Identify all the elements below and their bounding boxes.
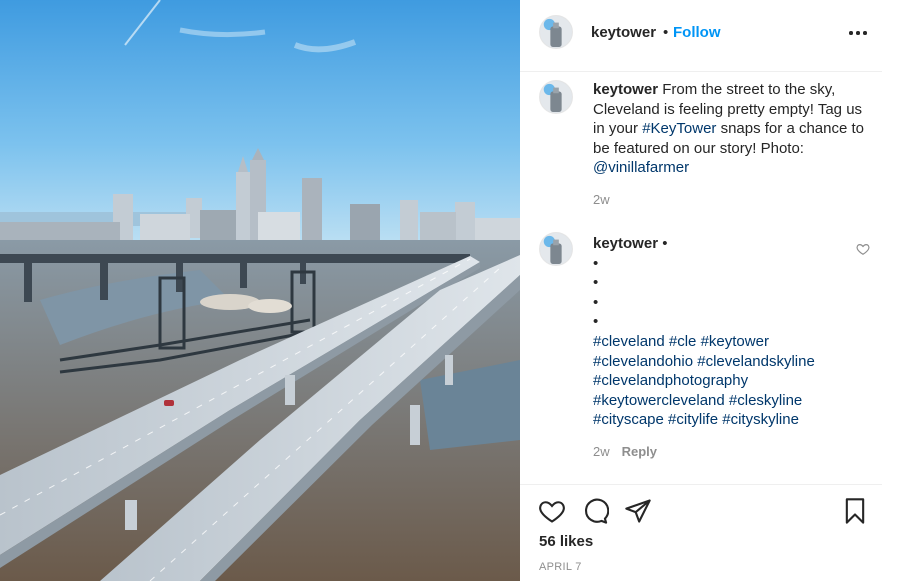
comment-bullet: • — [593, 254, 599, 272]
comment-time: 2w — [593, 444, 610, 459]
comment-hashtags[interactable]: #cleveland #cle #keytower #clevelandohio… — [593, 332, 838, 430]
comment-icon[interactable] — [581, 497, 609, 525]
comment-bullet: • — [593, 313, 599, 331]
avatar-image — [540, 16, 572, 48]
follow-button[interactable]: Follow — [673, 24, 721, 41]
comments-section: keytower From the street to the sky, Cle… — [520, 72, 882, 484]
likes-count[interactable]: 56 likes — [539, 533, 593, 550]
comment-username[interactable]: keytower — [593, 235, 658, 252]
header-separator: • — [663, 24, 669, 41]
avatar-image — [540, 81, 572, 113]
caption-mention[interactable]: @vinillafarmer — [593, 159, 689, 176]
bookmark-icon[interactable] — [841, 497, 869, 525]
reply-button[interactable]: Reply — [622, 444, 657, 459]
post-photo-image — [0, 0, 520, 581]
comment-meta: 2w Reply — [593, 444, 657, 459]
avatar-image — [540, 233, 572, 265]
avatar[interactable] — [539, 232, 573, 266]
header-username[interactable]: keytower — [591, 24, 656, 41]
post-caption: keytower From the street to the sky, Cle… — [520, 72, 882, 212]
more-options-icon[interactable] — [848, 22, 868, 42]
comment-bullet: • — [593, 274, 599, 292]
post-photo[interactable] — [0, 0, 520, 581]
caption-username[interactable]: keytower — [593, 81, 658, 98]
post-date: APRIL 7 — [539, 561, 582, 573]
comment-item: keytower • • • • • #cleveland #cle #keyt… — [520, 224, 882, 464]
heart-icon[interactable] — [538, 497, 566, 525]
post-actions: 56 likes APRIL 7 — [520, 484, 882, 581]
comment-bullet: • — [593, 293, 599, 311]
avatar[interactable] — [539, 80, 573, 114]
like-comment-heart-icon[interactable] — [856, 242, 870, 256]
caption-text: keytower From the street to the sky, Cle… — [593, 80, 873, 178]
comment-text: keytower • • • • • #cleveland #cle #keyt… — [593, 234, 873, 430]
share-icon[interactable] — [624, 497, 652, 525]
caption-time: 2w — [593, 192, 610, 207]
avatar[interactable] — [539, 15, 573, 49]
comment-trailing-dot: • — [658, 235, 668, 252]
post-header: keytower • Follow — [520, 0, 882, 72]
post-side-panel: keytower • Follow keytower From the stre… — [520, 0, 897, 581]
caption-hashtag[interactable]: #KeyTower — [642, 120, 716, 137]
